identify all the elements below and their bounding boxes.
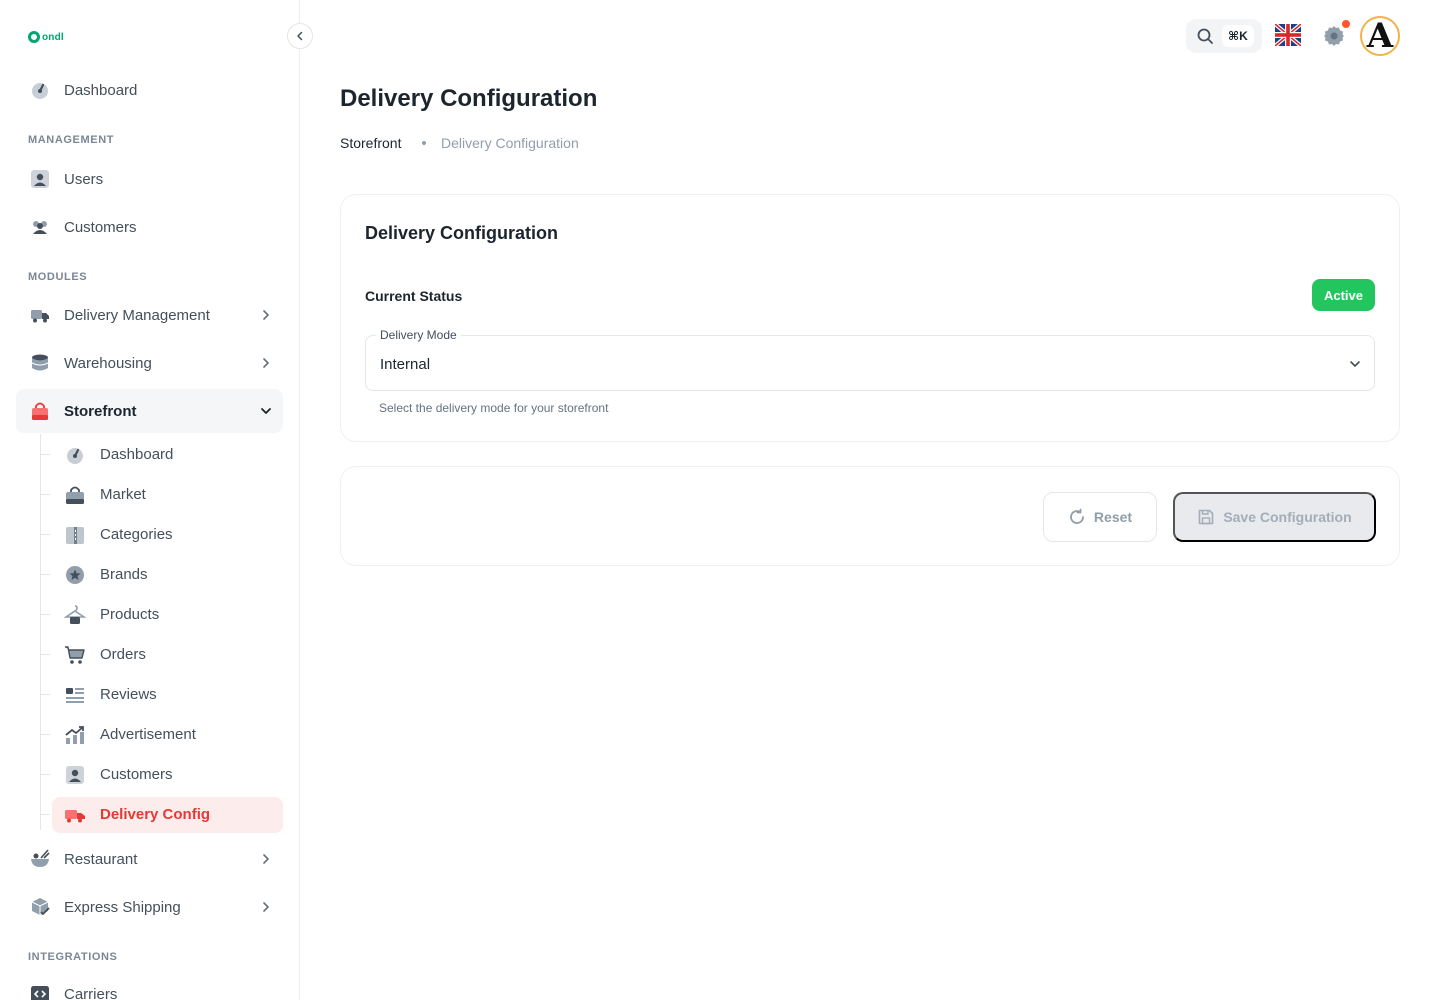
chevron-left-icon [297, 31, 303, 41]
sidebar-item-label: Delivery Management [64, 306, 210, 324]
sidebar-item-label: Storefront [64, 402, 137, 420]
sidebar-item-label: Warehousing [64, 354, 152, 372]
sidebar-subitem-label: Delivery Config [100, 806, 211, 823]
notification-dot [1342, 20, 1350, 28]
sidebar-subitem-products[interactable]: Products [40, 597, 283, 633]
list-icon [66, 688, 84, 703]
search-icon [1197, 28, 1213, 44]
current-status-label: Current Status [365, 288, 463, 304]
sidebar-subitem-delivery-config[interactable]: Delivery Config [40, 797, 283, 833]
chevron-right-icon [263, 310, 269, 320]
page-title: Delivery Configuration [340, 85, 598, 112]
sidebar-item-storefront[interactable]: Storefront [16, 389, 283, 433]
database-icon [31, 354, 49, 371]
sidebar-item-restaurant[interactable]: Restaurant [16, 837, 283, 881]
sidebar-subitem-label: Products [100, 606, 160, 623]
logo-text: ondl [42, 31, 64, 43]
sidebar-subitem-reviews[interactable]: Reviews [40, 677, 283, 713]
code-box-icon [31, 986, 49, 1000]
section-management-heading: MANAGEMENT [28, 134, 115, 146]
chevron-right-icon [263, 854, 269, 864]
sidebar-item-label: Customers [64, 218, 137, 236]
sidebar-subitem-label: Advertisement [100, 726, 196, 743]
sidebar: ondl Dashboard MANAGEMENT Users Customer… [0, 0, 300, 1000]
package-icon [31, 898, 50, 916]
truck-icon [31, 310, 49, 323]
chevron-right-icon [263, 358, 269, 368]
breadcrumb-separator [422, 141, 426, 145]
user-avatar[interactable]: A [1360, 16, 1400, 56]
sidebar-item-label: Users [64, 170, 104, 188]
delivery-config-card: Delivery Configuration Current Status Ac… [340, 194, 1400, 442]
sidebar-subitem-orders[interactable]: Orders [40, 637, 283, 673]
search-shortcut-kbd: ⌘K [1222, 25, 1254, 47]
sidebar-subitem-advertisement[interactable]: Advertisement [40, 717, 283, 753]
sidebar-item-label: Express Shipping [64, 898, 181, 916]
sidebar-subitem-brands[interactable]: Brands [40, 557, 283, 593]
sidebar-subitem-label: Reviews [100, 686, 157, 703]
delivery-mode-helper-text: Select the delivery mode for your storef… [379, 401, 609, 415]
food-bowl-icon [31, 849, 50, 867]
sidebar-subitem-label: Brands [100, 566, 148, 583]
save-configuration-button[interactable]: Save Configuration [1173, 492, 1376, 542]
save-button-label: Save Configuration [1223, 509, 1352, 525]
sidebar-item-carriers[interactable]: Carriers [16, 972, 283, 1000]
app-logo[interactable]: ondl [28, 31, 64, 43]
status-badge: Active [1312, 279, 1375, 311]
sidebar-subitem-market[interactable]: Market [40, 477, 283, 513]
logo-mark-icon [28, 31, 40, 43]
sidebar-item-delivery-management[interactable]: Delivery Management [16, 293, 283, 337]
actions-card: Reset Save Configuration [340, 466, 1400, 566]
delivery-mode-select[interactable]: Delivery Mode Internal [365, 328, 1375, 391]
chevron-down-icon [1350, 361, 1360, 367]
user-icon [31, 170, 49, 188]
section-modules-heading: MODULES [28, 271, 88, 283]
settings-gear-icon[interactable] [1322, 24, 1346, 48]
avatar-letter: A [1366, 16, 1394, 56]
sidebar-item-label: Restaurant [64, 850, 138, 868]
save-disk-icon [1199, 509, 1214, 525]
star-icon [66, 566, 84, 584]
sidebar-item-label: Dashboard [64, 81, 138, 99]
sidebar-item-label: Carriers [64, 985, 118, 1000]
sidebar-collapse-button[interactable] [287, 23, 313, 49]
chevron-down-icon [261, 408, 271, 414]
sidebar-item-warehousing[interactable]: Warehousing [16, 341, 283, 385]
chart-up-icon [65, 726, 84, 744]
sidebar-item-users[interactable]: Users [16, 157, 283, 201]
dashboard-gauge-icon [67, 448, 83, 464]
reset-button[interactable]: Reset [1043, 492, 1157, 542]
bag-icon [66, 486, 84, 504]
refresh-icon [1070, 508, 1084, 524]
sidebar-item-customers[interactable]: Customers [16, 205, 283, 249]
user-icon [66, 766, 84, 784]
sidebar-subitem-label: Market [100, 486, 146, 503]
sidebar-subitem-label: Customers [100, 766, 173, 783]
sidebar-item-dashboard[interactable]: Dashboard [16, 68, 283, 112]
search-button[interactable]: ⌘K [1186, 19, 1262, 53]
breadcrumb-current: Delivery Configuration [441, 135, 579, 151]
sidebar-subitem-label: Dashboard [100, 446, 174, 463]
shopping-bag-icon [32, 402, 48, 420]
reset-button-label: Reset [1093, 509, 1133, 525]
sidebar-subitem-dashboard[interactable]: Dashboard [40, 437, 283, 473]
hanger-icon [64, 605, 86, 624]
sidebar-item-express-shipping[interactable]: Express Shipping [16, 885, 283, 929]
truck-icon [65, 810, 85, 823]
delivery-mode-label: Delivery Mode [376, 328, 461, 342]
dashboard-gauge-icon [32, 83, 48, 99]
card-title: Delivery Configuration [365, 223, 559, 243]
customers-group-icon [33, 221, 47, 234]
sidebar-subitem-customers[interactable]: Customers [40, 757, 283, 793]
sidebar-subitem-categories[interactable]: Categories [40, 517, 283, 553]
chevron-right-icon [263, 902, 269, 912]
breadcrumb-storefront[interactable]: Storefront [340, 135, 401, 151]
section-integrations-heading: INTEGRATIONS [28, 951, 118, 963]
delivery-mode-value: Internal [380, 356, 431, 373]
cart-icon [65, 646, 85, 664]
sidebar-subitem-label: Categories [100, 526, 173, 543]
folder-icon [66, 527, 84, 544]
sidebar-subitem-label: Orders [100, 646, 146, 663]
uk-flag-icon[interactable] [1275, 24, 1301, 46]
